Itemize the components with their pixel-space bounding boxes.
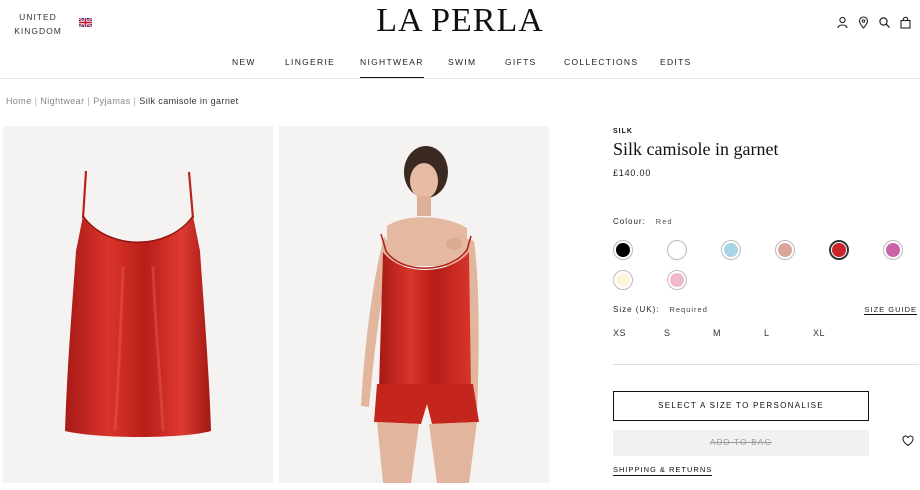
model-wearing-camisole-illustration xyxy=(361,146,479,483)
region-selector[interactable]: UNITED KINGDOM xyxy=(14,10,62,38)
breadcrumb-pyjamas[interactable]: Pyjamas xyxy=(93,96,130,106)
nav-nightwear[interactable]: NIGHTWEAR xyxy=(360,57,424,78)
personalise-button[interactable]: SELECT A SIZE TO PERSONALISE xyxy=(613,391,869,421)
size-label: Size (UK): xyxy=(613,305,660,314)
swatch-red[interactable] xyxy=(829,240,849,260)
camisole-flat-illustration xyxy=(65,170,211,437)
main-nav: NEW LINGERIE NIGHTWEAR SWIM GIFTS COLLEC… xyxy=(0,57,920,79)
nav-gifts[interactable]: GIFTS xyxy=(505,57,537,78)
product-price: £140.00 xyxy=(613,168,652,178)
colour-label: Colour: xyxy=(613,217,646,226)
site-header: UNITED KINGDOM LA PERLA NEW LINGERIE NIG… xyxy=(0,0,920,79)
swatch-light-blue[interactable] xyxy=(721,240,741,260)
site-logo[interactable]: LA PERLA xyxy=(376,2,544,40)
size-s[interactable]: S xyxy=(664,328,671,338)
swatch-cream[interactable] xyxy=(613,270,633,290)
details-divider xyxy=(613,364,919,365)
nav-edits[interactable]: EDITS xyxy=(660,57,692,78)
nav-collections[interactable]: COLLECTIONS xyxy=(564,57,638,78)
bag-icon[interactable] xyxy=(899,16,912,29)
size-xl[interactable]: XL xyxy=(813,328,825,338)
breadcrumb-current: Silk camisole in garnet xyxy=(139,96,239,106)
swatch-black[interactable] xyxy=(613,240,633,260)
colour-row: Colour: Red xyxy=(613,217,673,226)
region-line-2[interactable]: KINGDOM xyxy=(14,24,62,38)
product-image-flat[interactable] xyxy=(3,126,273,483)
account-icon[interactable] xyxy=(836,16,849,29)
header-icons xyxy=(836,16,912,30)
nav-new[interactable]: NEW xyxy=(232,57,256,78)
size-required: Required xyxy=(669,305,708,314)
swatch-blush[interactable] xyxy=(775,240,795,260)
swatch-orchid[interactable] xyxy=(883,240,903,260)
product-details: SILK Silk camisole in garnet £140.00 Col… xyxy=(613,128,919,476)
product-title: Silk camisole in garnet xyxy=(613,139,779,159)
colour-swatches xyxy=(613,240,919,300)
size-m[interactable]: M xyxy=(713,328,721,338)
size-guide-link[interactable]: SIZE GUIDE xyxy=(864,305,917,315)
add-to-bag-button[interactable]: ADD TO BAG xyxy=(613,430,869,456)
shipping-returns-link[interactable]: SHIPPING & RETURNS xyxy=(613,465,713,476)
size-xs[interactable]: XS xyxy=(613,328,626,338)
swatch-white[interactable] xyxy=(667,240,687,260)
size-row: Size (UK): Required SIZE GUIDE xyxy=(613,305,919,315)
product-image-model[interactable] xyxy=(279,126,549,483)
breadcrumb-home[interactable]: Home xyxy=(6,96,32,106)
product-category-tag: SILK xyxy=(613,128,633,135)
uk-flag-icon[interactable] xyxy=(79,18,92,27)
swatch-pink[interactable] xyxy=(667,270,687,290)
breadcrumb: Home | Nightwear | Pyjamas | Silk camisole in … xyxy=(6,96,239,106)
colour-selected: Red xyxy=(655,217,673,226)
size-l[interactable]: L xyxy=(764,328,770,338)
nav-swim[interactable]: SWIM xyxy=(448,57,476,78)
wishlist-heart-icon[interactable] xyxy=(902,435,914,447)
size-options: XS S M L XL xyxy=(613,328,919,342)
store-locator-icon[interactable] xyxy=(857,16,870,29)
breadcrumb-nightwear[interactable]: Nightwear xyxy=(40,96,84,106)
search-icon[interactable] xyxy=(878,16,891,29)
nav-lingerie[interactable]: LINGERIE xyxy=(285,57,335,78)
region-line-1[interactable]: UNITED xyxy=(14,10,62,24)
